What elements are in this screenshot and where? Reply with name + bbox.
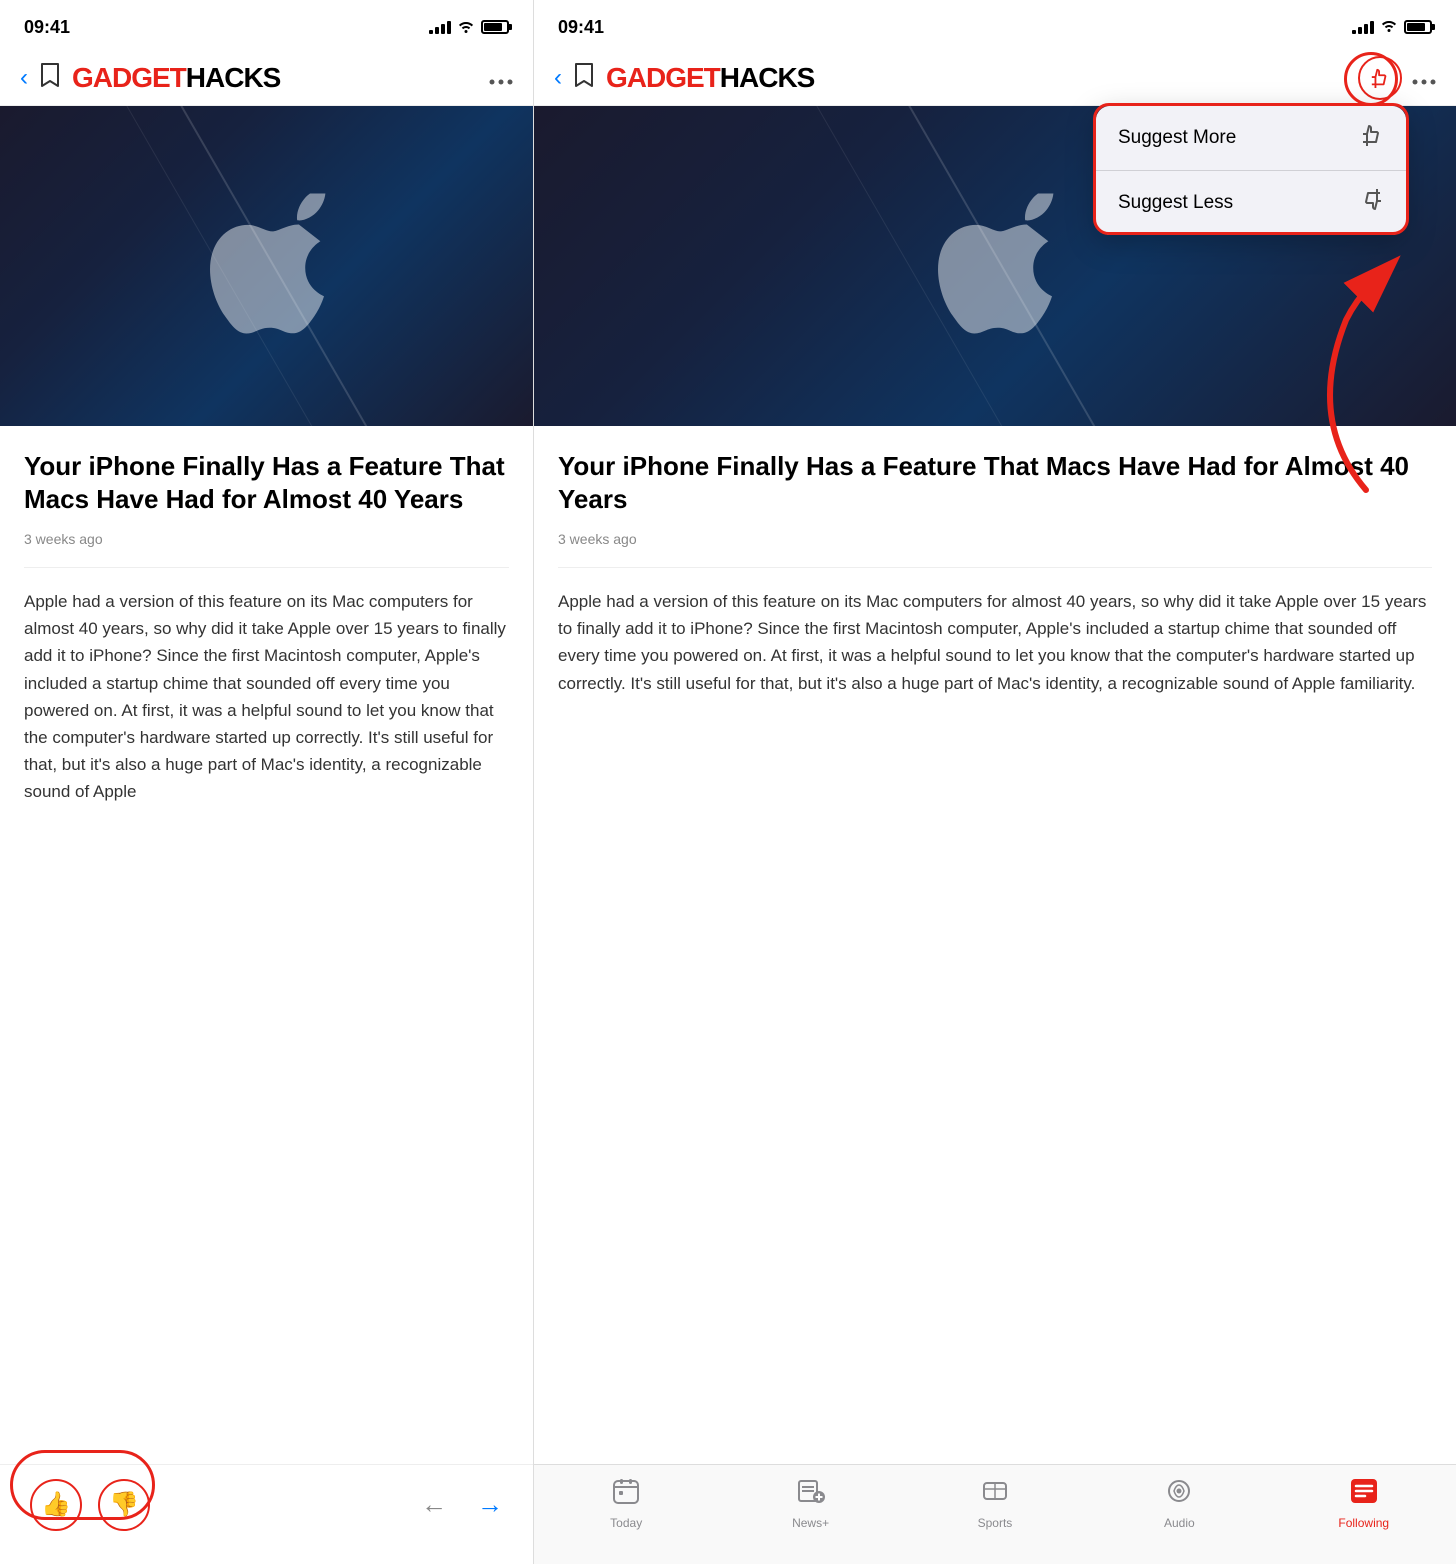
right-status-time: 09:41: [558, 17, 604, 38]
logo-gadget-text: GADGET: [72, 62, 186, 94]
right-phone: 09:41 ‹ GADGETHACKS: [534, 0, 1456, 1564]
left-phone: 09:41 ‹ GADGETHACKS: [0, 0, 534, 1564]
tab-following-label: Following: [1338, 1516, 1389, 1530]
following-icon: [1349, 1477, 1379, 1512]
right-bookmark-icon[interactable]: [574, 62, 594, 94]
audio-icon: [1165, 1477, 1193, 1512]
right-status-bar: 09:41: [534, 0, 1456, 50]
sports-icon: [981, 1477, 1009, 1512]
left-nav-back-arrow[interactable]: ←: [421, 1489, 447, 1520]
left-status-icons: [429, 19, 509, 36]
left-article-image: [0, 106, 533, 426]
battery-icon: [481, 20, 509, 34]
right-tab-bar: Today News+: [534, 1464, 1456, 1564]
right-logo-hacks-text: HACKS: [720, 62, 815, 94]
left-bookmark-icon[interactable]: [40, 62, 60, 94]
right-more-button[interactable]: [1412, 65, 1436, 91]
left-nav-arrows: ← →: [421, 1489, 503, 1520]
right-article-divider: [558, 567, 1432, 568]
right-article-title: Your iPhone Finally Has a Feature That M…: [558, 450, 1432, 515]
suggest-more-label: Suggest More: [1118, 127, 1236, 149]
suggest-more-item[interactable]: Suggest More: [1096, 106, 1406, 171]
tab-today[interactable]: Today: [586, 1477, 666, 1530]
signal-bars-icon: [429, 20, 451, 34]
tab-sports[interactable]: Sports: [955, 1477, 1035, 1530]
right-status-icons: [1352, 18, 1432, 37]
tab-sports-label: Sports: [978, 1516, 1013, 1530]
right-back-button[interactable]: ‹: [554, 64, 562, 92]
left-status-bar: 09:41: [0, 0, 533, 50]
right-nav-bar: ‹ GADGETHACKS: [534, 50, 1456, 106]
logo-hacks-text: HACKS: [186, 62, 281, 94]
right-article-date: 3 weeks ago: [558, 531, 1432, 547]
suggest-less-label: Suggest Less: [1118, 192, 1233, 214]
left-status-time: 09:41: [24, 17, 70, 38]
right-suggest-button[interactable]: [1358, 56, 1402, 100]
right-battery-icon: [1404, 20, 1432, 34]
left-article-date: 3 weeks ago: [24, 531, 509, 547]
left-logo: GADGETHACKS: [72, 62, 489, 94]
right-apple-logo: [935, 194, 1055, 339]
left-article-divider: [24, 567, 509, 568]
right-wifi-icon: [1380, 18, 1398, 37]
tab-following[interactable]: Following: [1324, 1477, 1404, 1530]
left-bottom-toolbar: 👍 👎 ← →: [0, 1464, 533, 1564]
suggest-less-icon: [1360, 189, 1384, 217]
left-nav-forward-arrow[interactable]: →: [477, 1489, 503, 1520]
apple-logo: [207, 194, 327, 339]
tab-news-plus-label: News+: [792, 1516, 829, 1530]
tab-today-label: Today: [610, 1516, 642, 1530]
news-plus-icon: [797, 1477, 825, 1512]
left-nav-bar: ‹ GADGETHACKS: [0, 50, 533, 106]
suggest-more-icon: [1360, 124, 1384, 152]
left-more-button[interactable]: [489, 65, 513, 91]
today-icon: [612, 1477, 640, 1512]
tab-news-plus[interactable]: News+: [771, 1477, 851, 1530]
left-article-title: Your iPhone Finally Has a Feature That M…: [24, 450, 509, 515]
right-signal-bars-icon: [1352, 20, 1374, 34]
tab-audio[interactable]: Audio: [1139, 1477, 1219, 1530]
wifi-icon: [457, 19, 475, 36]
left-back-button[interactable]: ‹: [20, 64, 28, 92]
left-article-body: Apple had a version of this feature on i…: [24, 588, 509, 806]
tab-audio-label: Audio: [1164, 1516, 1195, 1530]
suggest-dropdown-menu: Suggest More Suggest Less: [1096, 106, 1406, 235]
right-article-content: Your iPhone Finally Has a Feature That M…: [534, 426, 1456, 697]
suggest-less-item[interactable]: Suggest Less: [1096, 171, 1406, 235]
left-thumb-down-button[interactable]: 👎: [98, 1479, 150, 1531]
right-article-body: Apple had a version of this feature on i…: [558, 588, 1432, 697]
right-logo-gadget-text: GADGET: [606, 62, 720, 94]
right-logo: GADGETHACKS: [606, 62, 1358, 94]
left-article-content: Your iPhone Finally Has a Feature That M…: [0, 426, 533, 806]
left-thumb-up-button[interactable]: 👍: [30, 1479, 82, 1531]
left-thumbs-group: 👍 👎: [30, 1479, 150, 1531]
